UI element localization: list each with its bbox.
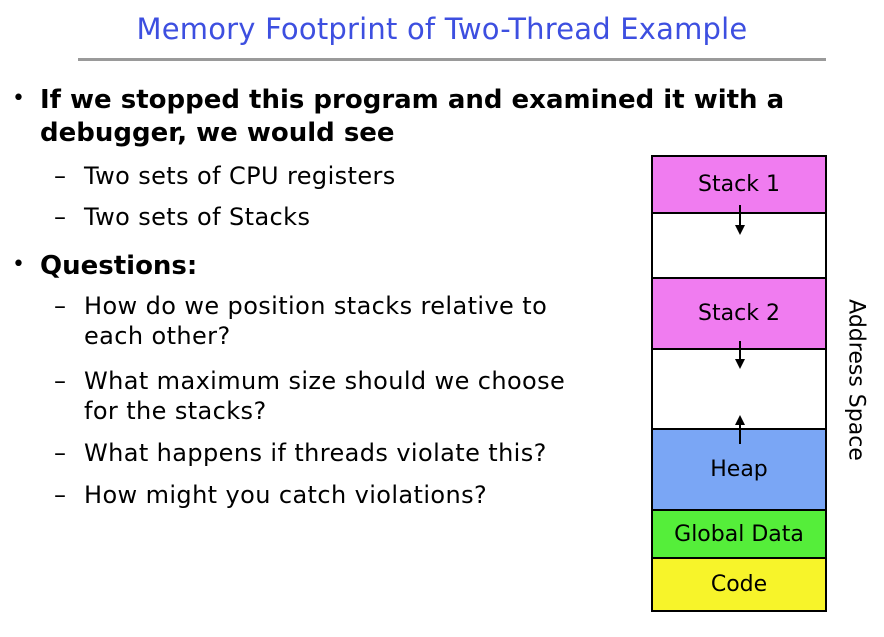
title-divider (78, 58, 826, 61)
question-line1: What maximum size should we choose (84, 367, 566, 395)
slide-title: Memory Footprint of Two-Thread Example (136, 12, 748, 46)
question-violate: – What happens if threads violate this? (54, 438, 547, 468)
bullet-2-line1: Questions: (40, 251, 198, 281)
bullet-1: • If we stopped this program and examine… (12, 84, 860, 150)
segment-stack-1: Stack 1 (651, 155, 827, 212)
sub-dash: – (54, 367, 67, 395)
question-line2: for the stacks? (84, 397, 267, 425)
segment-code: Code (651, 557, 827, 612)
bullet-2: • Questions: (12, 250, 198, 283)
sub-dash: – (54, 439, 67, 467)
segment-label: Stack 2 (698, 301, 780, 326)
bullet-dot: • (12, 252, 25, 277)
sub-item-text: Two sets of Stacks (84, 203, 311, 231)
segment-label: Stack 1 (698, 172, 780, 197)
segment-label: Global Data (674, 521, 804, 547)
segment-label: Code (710, 572, 768, 597)
bullet-dot: • (12, 86, 25, 111)
sub-dash: – (54, 162, 67, 190)
segment-label: Heap (710, 457, 768, 482)
question-line2: each other? (84, 322, 231, 350)
segment-stack-2: Stack 2 (651, 277, 827, 348)
question-line1: How might you catch violations? (84, 481, 488, 509)
bullet-1-line1: If we stopped this program and examined … (40, 85, 785, 115)
question-catch-violations: – How might you catch violations? (54, 480, 488, 510)
question-line1: How do we position stacks relative to (84, 292, 548, 320)
segment-global-data: Global Data (651, 509, 827, 557)
question-position-stacks: – How do we position stacks relative to … (54, 291, 548, 351)
question-max-size: – What maximum size should we choose for… (54, 366, 566, 426)
sub-item-stacks: – Two sets of Stacks (54, 202, 311, 232)
question-line1: What happens if threads violate this? (84, 439, 547, 467)
sub-item-text: Two sets of CPU registers (84, 162, 396, 190)
sub-dash: – (54, 292, 67, 320)
sub-dash: – (54, 203, 67, 231)
sub-item-cpu-registers: – Two sets of CPU registers (54, 161, 396, 191)
bullet-1-line2: debugger, we would see (40, 118, 395, 148)
address-space-label: Address Space (843, 299, 869, 461)
sub-dash: – (54, 481, 67, 509)
